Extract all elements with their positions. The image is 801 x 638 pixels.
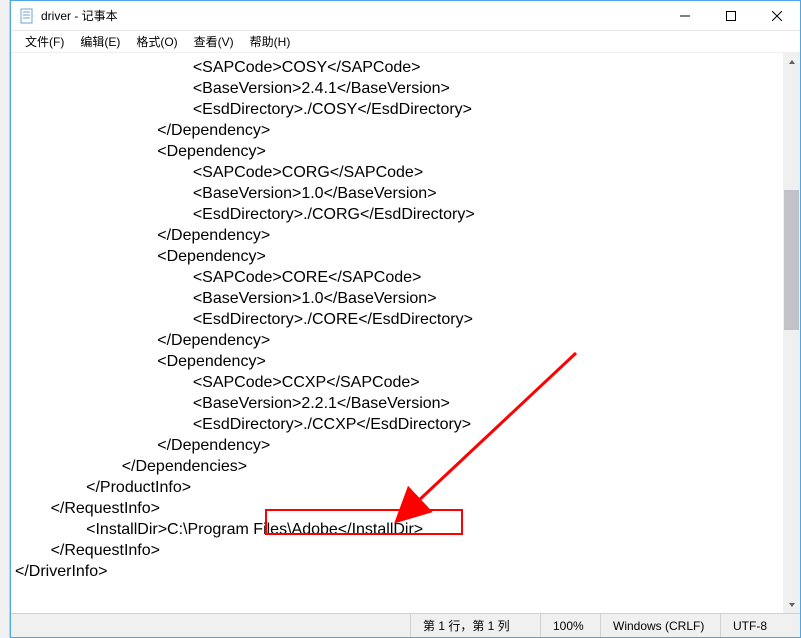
status-lineending: Windows (CRLF) <box>600 614 720 637</box>
scroll-track[interactable] <box>783 70 800 596</box>
menu-file[interactable]: 文件(F) <box>17 31 72 52</box>
statusbar: 第 1 行，第 1 列 100% Windows (CRLF) UTF-8 <box>11 613 800 637</box>
desktop-left-strip <box>0 0 10 638</box>
status-zoom: 100% <box>540 614 600 637</box>
notepad-window: driver - 记事本 文件(F) 编辑(E) 格式(O) 查看(V) 帮助(… <box>10 0 801 638</box>
menu-edit[interactable]: 编辑(E) <box>72 31 128 52</box>
maximize-button[interactable] <box>708 1 754 31</box>
scroll-thumb[interactable] <box>784 190 799 330</box>
menu-view[interactable]: 查看(V) <box>186 31 242 52</box>
notepad-icon <box>19 8 35 24</box>
status-encoding: UTF-8 <box>720 614 800 637</box>
window-title: driver - 记事本 <box>41 7 118 24</box>
scroll-down-arrow[interactable] <box>783 596 800 613</box>
menu-help[interactable]: 帮助(H) <box>242 31 299 52</box>
menu-format[interactable]: 格式(O) <box>128 31 185 52</box>
vertical-scrollbar[interactable] <box>783 53 800 613</box>
content-wrap: <SAPCode>COSY</SAPCode> <BaseVersion>2.4… <box>11 53 800 613</box>
status-spacer <box>11 614 410 637</box>
close-button[interactable] <box>754 1 800 31</box>
minimize-button[interactable] <box>662 1 708 31</box>
titlebar[interactable]: driver - 记事本 <box>11 1 800 31</box>
scroll-up-arrow[interactable] <box>783 53 800 70</box>
menubar: 文件(F) 编辑(E) 格式(O) 查看(V) 帮助(H) <box>11 31 800 53</box>
text-editor[interactable]: <SAPCode>COSY</SAPCode> <BaseVersion>2.4… <box>11 53 783 613</box>
status-position: 第 1 行，第 1 列 <box>410 614 540 637</box>
